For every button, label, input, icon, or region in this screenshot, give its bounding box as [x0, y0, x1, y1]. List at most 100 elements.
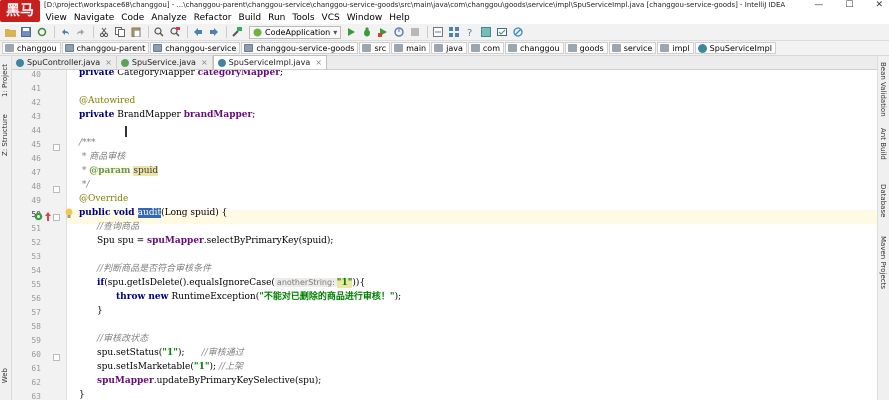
save-icon[interactable]: [19, 25, 33, 39]
vcs-icon[interactable]: [431, 25, 445, 39]
sdk-icon[interactable]: [479, 25, 493, 39]
breadcrumb-item[interactable]: goods: [564, 42, 608, 54]
breadcrumb-item[interactable]: changgou-parent: [61, 42, 150, 54]
database-tool-tab[interactable]: Database: [879, 184, 887, 217]
stop-icon[interactable]: [408, 25, 422, 39]
fold-marker-icon[interactable]: [53, 214, 60, 221]
line-number: 45: [31, 140, 41, 149]
folder-icon: [660, 44, 670, 52]
close-tab-icon[interactable]: ×: [201, 58, 208, 67]
task-icon[interactable]: [495, 25, 509, 39]
toolbar-separator: [187, 26, 188, 38]
help-icon[interactable]: ?: [463, 25, 477, 39]
forward-icon[interactable]: [207, 25, 221, 39]
toolbar-separator: [148, 26, 149, 38]
project-tool-tab[interactable]: 1: Project: [1, 64, 9, 97]
method-params: (Long spuid) {: [161, 208, 228, 218]
code-text: }: [97, 306, 103, 316]
find-icon[interactable]: [152, 25, 166, 39]
run-config-select[interactable]: CodeApplication ▾: [249, 25, 342, 39]
breadcrumb-item[interactable]: main: [391, 42, 431, 54]
breadcrumb-item[interactable]: changgou-service: [150, 42, 241, 54]
paste-icon[interactable]: [129, 25, 143, 39]
undo-icon[interactable]: [58, 25, 72, 39]
copy-icon[interactable]: [113, 25, 127, 39]
build-project-icon[interactable]: [230, 25, 244, 39]
code-text: )){: [352, 278, 366, 288]
breadcrumb-label: changgou-parent: [76, 43, 146, 53]
fold-marker-icon[interactable]: [53, 144, 60, 151]
web-tool-tab[interactable]: Web: [1, 368, 9, 383]
tab-spuserviceimpl[interactable]: SpuServiceImpl.java ×: [212, 55, 327, 69]
cut-icon[interactable]: [97, 25, 111, 39]
breadcrumb-item[interactable]: src: [359, 42, 391, 54]
close-tab-icon[interactable]: ×: [105, 58, 112, 67]
no-entry-icon[interactable]: [511, 25, 525, 39]
line-number: 61: [31, 364, 41, 373]
override-arrow-icon[interactable]: [45, 212, 51, 221]
doc-tag: @param: [89, 166, 131, 176]
menu-build[interactable]: Build: [235, 13, 265, 23]
line-number: 52: [31, 238, 41, 247]
line-number: 54: [31, 266, 41, 275]
line-comment: //查询商品: [97, 222, 140, 232]
ant-build-tool-tab[interactable]: Ant Build: [879, 128, 887, 160]
open-folder-icon[interactable]: [3, 25, 17, 39]
line-number: 42: [31, 98, 41, 107]
code-line-62: spuMapper.updateByPrimaryKeySelective(sp…: [97, 374, 321, 388]
menu-navigate[interactable]: Navigate: [70, 13, 117, 23]
breadcrumb-item[interactable]: java: [431, 42, 467, 54]
structure-tool-tab[interactable]: Z: Structure: [1, 114, 9, 156]
close-tab-icon[interactable]: ×: [315, 58, 322, 67]
breadcrumb-item[interactable]: com: [467, 42, 504, 54]
field-name: spuMapper: [97, 376, 154, 386]
code-line-50: public void audit(Long spuid) {: [79, 206, 227, 220]
project-structure-icon[interactable]: [447, 25, 461, 39]
bean-validation-tool-tab[interactable]: Bean Validation: [879, 62, 887, 117]
menu-view[interactable]: View: [42, 13, 70, 23]
line-number: 59: [31, 336, 41, 345]
editor-tabs: SpuController.java × SpuService.java × Spu…: [12, 55, 877, 70]
sync-icon[interactable]: [35, 25, 49, 39]
profile-icon[interactable]: [392, 25, 406, 39]
spring-icon: [253, 28, 262, 36]
tab-spucontroller[interactable]: SpuController.java ×: [12, 56, 117, 69]
debug-icon[interactable]: [360, 25, 374, 39]
code-line-42: @Autowired: [79, 94, 135, 108]
code-text[interactable]: private CategoryMapper categoryMapper; @…: [65, 70, 877, 400]
tab-spuservice[interactable]: SpuService.java ×: [117, 56, 213, 69]
lightbulb-icon[interactable]: [65, 208, 73, 219]
breadcrumb-item[interactable]: changgou-service-goods: [241, 42, 359, 54]
doc-param: spuid: [133, 166, 159, 176]
back-icon[interactable]: [191, 25, 205, 39]
minimize-button[interactable]: —: [814, 0, 823, 10]
breadcrumb-item[interactable]: service: [608, 42, 657, 54]
breadcrumb-item[interactable]: impl: [657, 42, 694, 54]
menu-tools[interactable]: Tools: [289, 13, 318, 23]
run-icon[interactable]: [344, 25, 358, 39]
close-button[interactable]: ✕: [875, 0, 883, 10]
menu-window[interactable]: Window: [343, 13, 386, 23]
menu-run[interactable]: Run: [265, 13, 289, 23]
class-icon: [697, 43, 707, 53]
menu-help[interactable]: Help: [386, 13, 414, 23]
maven-projects-tool-tab[interactable]: Maven Projects: [879, 236, 887, 289]
coverage-icon[interactable]: [376, 25, 390, 39]
fold-marker-icon[interactable]: [53, 354, 60, 361]
parameter-hint: anotherString:: [274, 278, 337, 287]
fold-marker-icon[interactable]: [53, 186, 60, 193]
replace-icon[interactable]: [168, 25, 182, 39]
menu-vcs[interactable]: VCS: [318, 13, 343, 23]
menu-analyze[interactable]: Analyze: [148, 13, 190, 23]
maximize-button[interactable]: ☐: [845, 0, 853, 10]
code-editor[interactable]: 40 41 42 43 44 45 46 47 48 49 50 51 52 5…: [12, 70, 877, 400]
breadcrumb-item[interactable]: changgou: [2, 42, 61, 54]
implements-icon[interactable]: [34, 212, 43, 221]
breadcrumb-item[interactable]: changgou: [505, 42, 564, 54]
string-literal: "1": [162, 348, 178, 358]
menu-code[interactable]: Code: [118, 13, 148, 23]
breadcrumb-item[interactable]: SpuServiceImpl: [694, 42, 776, 54]
redo-icon[interactable]: [74, 25, 88, 39]
chevron-down-icon: ▾: [333, 27, 338, 37]
menu-refactor[interactable]: Refactor: [190, 13, 235, 23]
